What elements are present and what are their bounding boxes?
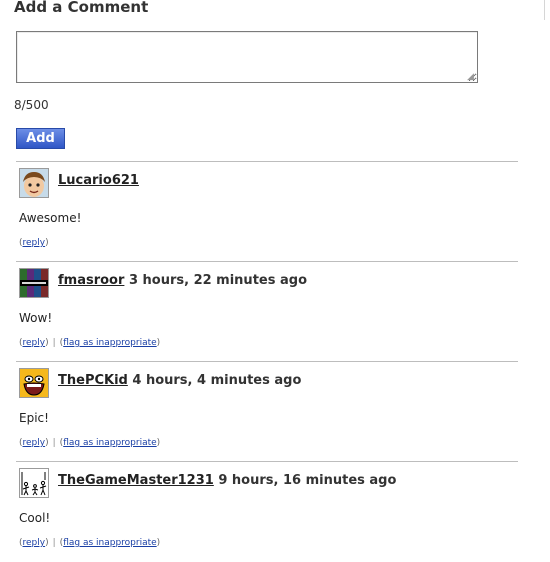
comment-actions: (reply) | (flag as inappropriate) <box>19 338 161 348</box>
colorful-text-avatar-icon <box>20 269 48 297</box>
comment-meta: TheGameMaster1231 9 hours, 16 minutes ag… <box>58 473 396 488</box>
reply-link[interactable]: reply <box>23 338 46 348</box>
reply-link[interactable]: reply <box>23 538 46 548</box>
comment-meta: Lucario621 <box>58 173 139 188</box>
comment-text: Cool! <box>19 511 51 525</box>
reply-link[interactable]: reply <box>23 238 46 248</box>
comment-text: Epic! <box>19 411 49 425</box>
comment-actions: (reply) | (flag as inappropriate) <box>19 438 161 448</box>
comment-item: Lucario621 Awesome! (reply) <box>16 161 518 262</box>
comment-actions: (reply) <box>19 238 49 248</box>
resize-grip-icon[interactable]: ◢ <box>467 72 477 82</box>
mii-face-avatar-icon <box>20 169 48 197</box>
yellow-laughing-face-avatar-icon <box>20 369 48 397</box>
flag-link[interactable]: flag as inappropriate <box>63 438 156 448</box>
comment-textarea[interactable] <box>16 31 478 83</box>
reply-link[interactable]: reply <box>23 438 46 448</box>
username-link[interactable]: TheGameMaster1231 <box>58 473 214 488</box>
comment-timestamp: 3 hours, 22 minutes ago <box>128 273 307 288</box>
comment-timestamp: 4 hours, 4 minutes ago <box>132 373 302 388</box>
username-link[interactable]: Lucario621 <box>58 173 139 188</box>
comment-text: Wow! <box>19 311 53 325</box>
comment-item: TheGameMaster1231 9 hours, 16 minutes ag… <box>16 461 518 562</box>
username-link[interactable]: ThePCKid <box>58 373 128 388</box>
add-button[interactable]: Add <box>16 128 65 149</box>
user-avatar[interactable] <box>19 268 49 298</box>
comment-item: ThePCKid 4 hours, 4 minutes ago Epic! (r… <box>16 361 518 462</box>
comment-meta: fmasroor 3 hours, 22 minutes ago <box>58 273 307 288</box>
user-avatar[interactable] <box>19 368 49 398</box>
character-counter: 8/500 <box>14 98 49 112</box>
flag-link[interactable]: flag as inappropriate <box>63 338 156 348</box>
flag-link[interactable]: flag as inappropriate <box>63 538 156 548</box>
username-link[interactable]: fmasroor <box>58 273 124 288</box>
user-avatar[interactable] <box>19 168 49 198</box>
comment-text: Awesome! <box>19 211 82 225</box>
add-comment-title: Add a Comment <box>14 0 149 16</box>
comment-meta: ThePCKid 4 hours, 4 minutes ago <box>58 373 301 388</box>
user-avatar[interactable] <box>19 468 49 498</box>
comment-item: fmasroor 3 hours, 22 minutes ago Wow! (r… <box>16 261 518 362</box>
comment-actions: (reply) | (flag as inappropriate) <box>19 538 161 548</box>
comment-timestamp: 9 hours, 16 minutes ago <box>218 473 397 488</box>
stick-figures-avatar-icon <box>20 469 48 497</box>
